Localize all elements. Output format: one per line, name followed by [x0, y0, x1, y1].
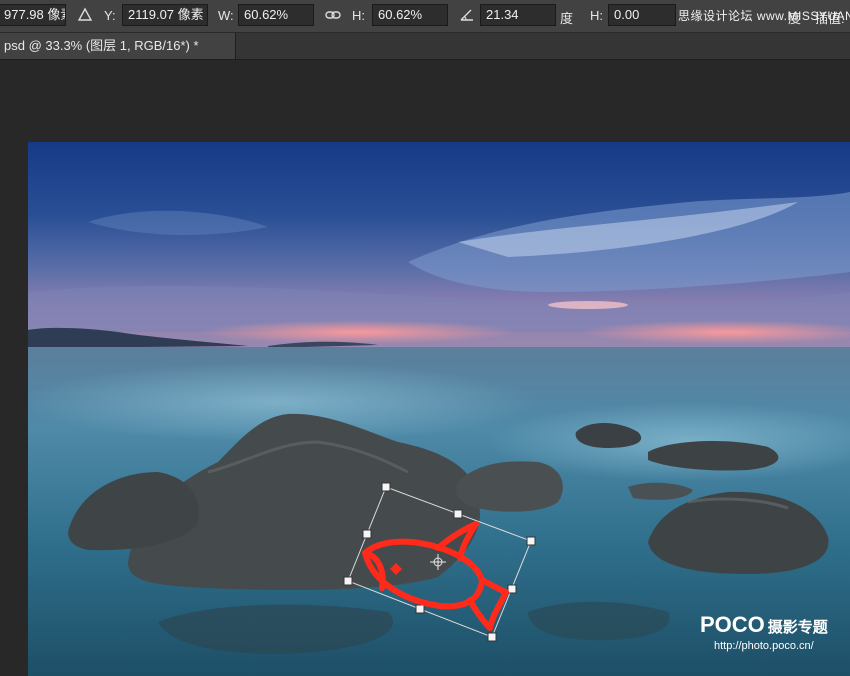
poco-logo: POCO [700, 612, 765, 637]
transform-handle-left[interactable] [362, 529, 372, 539]
transform-handle-bottom[interactable] [415, 604, 425, 614]
brand-url: http://photo.poco.cn/ [714, 640, 814, 652]
transform-handle-top-right[interactable] [526, 536, 536, 546]
fish-sketch-icon [362, 521, 509, 631]
transform-handle-top[interactable] [453, 509, 463, 519]
fish-eye-icon [390, 563, 402, 575]
transform-bounding-box[interactable] [0, 0, 850, 676]
transform-handle-right[interactable] [507, 584, 517, 594]
reference-point-icon[interactable] [430, 554, 446, 570]
transform-handle-top-left[interactable] [381, 482, 391, 492]
poco-watermark: POCO 摄影专题 [700, 612, 828, 638]
brand-title: 摄影专题 [767, 619, 828, 636]
transform-handle-bottom-right[interactable] [487, 632, 497, 642]
transform-handle-bottom-left[interactable] [343, 576, 353, 586]
